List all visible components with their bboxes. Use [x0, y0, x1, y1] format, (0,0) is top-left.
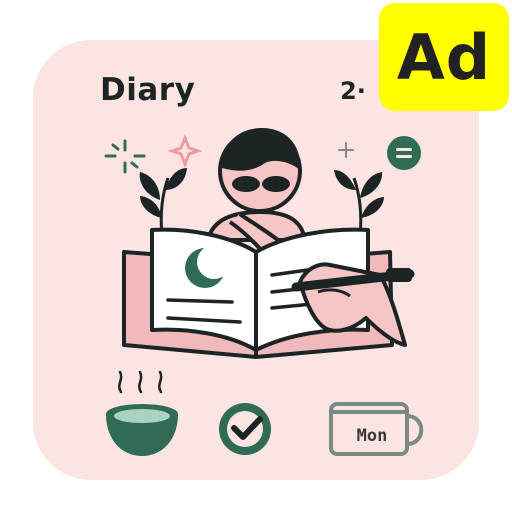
ad-label: Ad [396, 20, 492, 94]
bowl-icon [106, 370, 178, 456]
leaf-icon [334, 170, 384, 237]
sparkle-icon [104, 139, 146, 174]
ad-badge[interactable]: Ad [379, 3, 509, 111]
star-icon [167, 133, 203, 169]
leaf-icon [139, 168, 187, 237]
menu-icon[interactable] [387, 136, 421, 170]
app-title: Diary [100, 72, 196, 108]
mug-label: Mon [356, 426, 388, 446]
date-text: 2· [340, 77, 366, 105]
check-icon [219, 403, 271, 455]
plus-icon [338, 142, 354, 158]
